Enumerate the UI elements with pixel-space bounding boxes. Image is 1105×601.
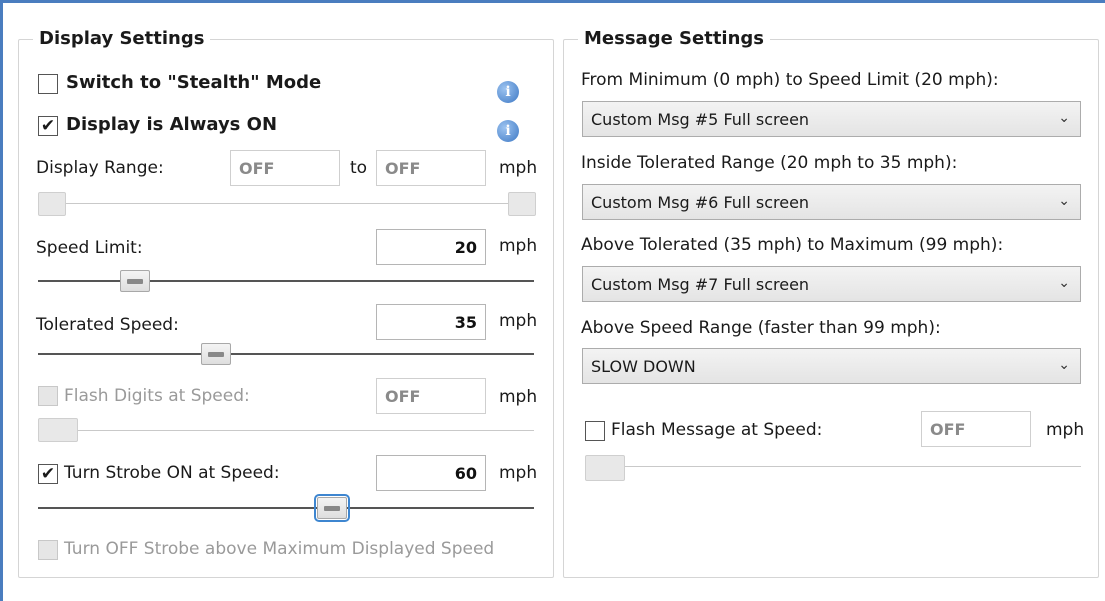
flash-digits-label: Flash Digits at Speed:: [64, 386, 250, 406]
range-min-thumb[interactable]: [38, 192, 66, 216]
speed-limit-field[interactable]: 20: [376, 229, 486, 265]
tolerated-speed-unit: mph: [499, 311, 538, 331]
flash-message-thumb[interactable]: [585, 455, 625, 481]
strobe-checkbox[interactable]: ✔: [38, 464, 58, 484]
flash-message-checkbox[interactable]: [585, 421, 605, 441]
above-tolerated-label: Above Tolerated (35 mph) to Maximum (99 …: [581, 235, 1004, 255]
stealth-label: Switch to "Stealth" Mode: [66, 72, 322, 93]
speed-limit-thumb[interactable]: [120, 270, 150, 292]
chevron-down-icon: ⌄: [1058, 275, 1070, 291]
strobe-off-label: Turn OFF Strobe above Maximum Displayed …: [64, 539, 495, 559]
strobe-unit: mph: [499, 463, 538, 483]
range-to-field[interactable]: OFF: [376, 150, 486, 186]
always-on-label: Display is Always ON: [66, 114, 278, 135]
strobe-thumb[interactable]: [314, 494, 350, 522]
message-settings-title: Message Settings: [578, 28, 771, 49]
tolerated-range-label: Inside Tolerated Range (20 mph to 35 mph…: [581, 153, 958, 173]
flash-digits-thumb[interactable]: [38, 418, 78, 442]
range-unit: mph: [499, 158, 538, 178]
flash-digits-track: [38, 430, 534, 431]
tolerated-range-select[interactable]: Custom Msg #6 Full screen ⌄: [582, 184, 1081, 220]
select-value: Custom Msg #5 Full screen: [591, 109, 810, 129]
flash-digits-unit: mph: [499, 387, 538, 407]
flash-message-track: [585, 466, 1081, 467]
display-range-track: [38, 203, 534, 204]
above-speed-range-label: Above Speed Range (faster than 99 mph):: [581, 318, 941, 338]
chevron-down-icon: ⌄: [1058, 110, 1070, 126]
display-settings-title: Display Settings: [33, 28, 211, 49]
strobe-label: Turn Strobe ON at Speed:: [64, 463, 280, 483]
chevron-down-icon: ⌄: [1058, 357, 1070, 373]
info-icon[interactable]: i: [497, 81, 519, 103]
stealth-checkbox[interactable]: [38, 74, 58, 94]
info-icon[interactable]: i: [497, 120, 519, 142]
speed-limit-unit: mph: [499, 236, 538, 256]
always-on-checkbox[interactable]: ✔: [38, 116, 58, 136]
flash-digits-checkbox[interactable]: [38, 386, 58, 406]
tolerated-speed-label: Tolerated Speed:: [36, 315, 179, 335]
tolerated-speed-thumb[interactable]: [201, 343, 231, 365]
display-range-label: Display Range:: [36, 158, 164, 178]
strobe-off-checkbox[interactable]: [38, 540, 58, 560]
range-from-field[interactable]: OFF: [230, 150, 340, 186]
above-speed-range-select[interactable]: SLOW DOWN ⌄: [582, 348, 1081, 384]
flash-message-label: Flash Message at Speed:: [611, 420, 823, 440]
tolerated-speed-track: [38, 353, 534, 355]
select-value: SLOW DOWN: [591, 356, 696, 376]
above-tolerated-select[interactable]: Custom Msg #7 Full screen ⌄: [582, 266, 1081, 302]
range-min-to-limit-select[interactable]: Custom Msg #5 Full screen ⌄: [582, 101, 1081, 137]
flash-message-unit: mph: [1046, 420, 1085, 440]
strobe-track: [38, 507, 534, 509]
speed-limit-track: [38, 280, 534, 282]
range-max-thumb[interactable]: [508, 192, 536, 216]
strobe-speed-field[interactable]: 60: [376, 455, 486, 491]
range-min-to-limit-label: From Minimum (0 mph) to Speed Limit (20 …: [581, 70, 999, 90]
select-value: Custom Msg #7 Full screen: [591, 274, 810, 294]
flash-message-field[interactable]: OFF: [921, 411, 1031, 447]
chevron-down-icon: ⌄: [1058, 193, 1070, 209]
flash-digits-field[interactable]: OFF: [376, 378, 486, 414]
tolerated-speed-field[interactable]: 35: [376, 304, 486, 340]
select-value: Custom Msg #6 Full screen: [591, 192, 810, 212]
speed-limit-label: Speed Limit:: [36, 238, 143, 258]
range-to-label: to: [350, 158, 368, 178]
